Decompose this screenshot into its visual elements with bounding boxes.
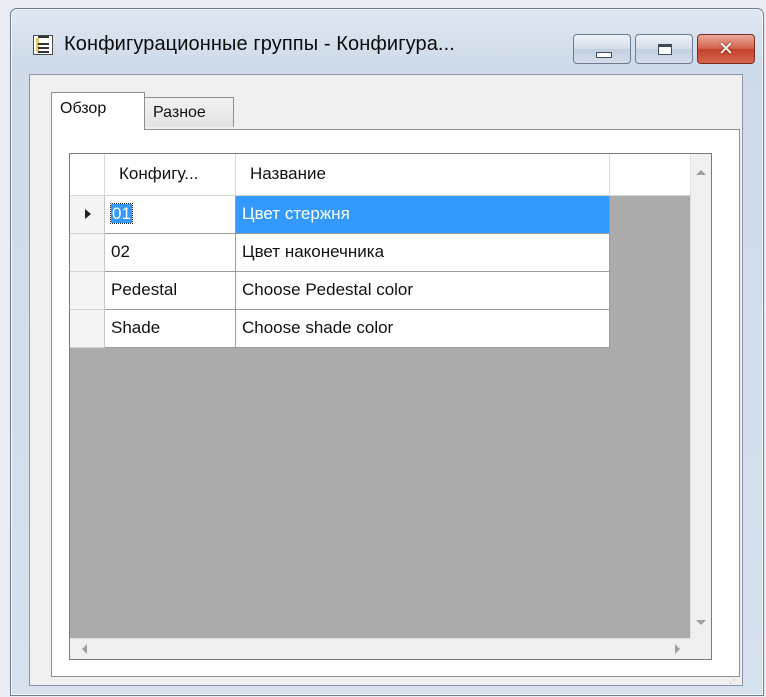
table-row[interactable]: 02 Цвет наконечника: [70, 234, 610, 272]
cell-name[interactable]: Цвет стержня: [236, 196, 610, 234]
cell-config-id[interactable]: Pedestal: [105, 272, 236, 310]
form-icon[interactable]: [33, 35, 53, 55]
cell-name[interactable]: Choose Pedestal color: [236, 272, 610, 310]
row-header[interactable]: [70, 196, 105, 234]
row-header[interactable]: [70, 272, 105, 310]
maximize-button[interactable]: [635, 34, 693, 64]
cell-config-id[interactable]: 01: [105, 196, 236, 234]
column-header-config[interactable]: Конфигу...: [105, 154, 236, 195]
minimize-icon: [596, 52, 612, 58]
data-grid[interactable]: Конфигу... Название 01 Цвет стержня 02 Ц…: [69, 153, 712, 660]
scroll-down-icon[interactable]: [696, 620, 706, 625]
current-row-arrow-icon: [85, 209, 91, 219]
tab-panel-overview: Конфигу... Название 01 Цвет стержня 02 Ц…: [51, 129, 740, 677]
title-bar[interactable]: Конфигурационные группы - Конфигура... ✕: [11, 9, 763, 73]
select-all-corner[interactable]: [70, 154, 105, 195]
window-title: Конфигурационные группы - Конфигура...: [64, 33, 455, 55]
row-header[interactable]: [70, 310, 105, 348]
cell-config-id[interactable]: Shade: [105, 310, 236, 348]
column-header-name[interactable]: Название: [236, 154, 610, 195]
caption-buttons: ✕: [573, 34, 755, 64]
row-header[interactable]: [70, 234, 105, 272]
tab-misc[interactable]: Разное: [144, 97, 234, 127]
table-row[interactable]: Shade Choose shade color: [70, 310, 610, 348]
horizontal-scrollbar[interactable]: [70, 638, 692, 659]
configuration-groups-window: Конфигурационные группы - Конфигура... ✕…: [10, 8, 764, 696]
grid-header: Конфигу... Название: [70, 154, 692, 196]
scroll-right-icon[interactable]: [675, 644, 680, 654]
cell-config-id[interactable]: 02: [105, 234, 236, 272]
tab-overview[interactable]: Обзор: [51, 92, 145, 130]
client-area: Обзор Разное Конфигу... Название 01 Цвет…: [29, 74, 743, 686]
close-icon: ✕: [718, 38, 734, 60]
close-button[interactable]: ✕: [697, 34, 755, 64]
maximize-icon: [658, 44, 672, 55]
scroll-up-icon[interactable]: [696, 170, 706, 175]
scrollbar-corner: [691, 639, 711, 659]
table-row[interactable]: 01 Цвет стержня: [70, 196, 610, 234]
vertical-scrollbar[interactable]: [690, 154, 711, 639]
cell-name[interactable]: Choose shade color: [236, 310, 610, 348]
resize-grip-icon[interactable]: ⋰: [729, 676, 740, 686]
cell-name[interactable]: Цвет наконечника: [236, 234, 610, 272]
table-row[interactable]: Pedestal Choose Pedestal color: [70, 272, 610, 310]
minimize-button[interactable]: [573, 34, 631, 64]
scroll-left-icon[interactable]: [82, 644, 87, 654]
